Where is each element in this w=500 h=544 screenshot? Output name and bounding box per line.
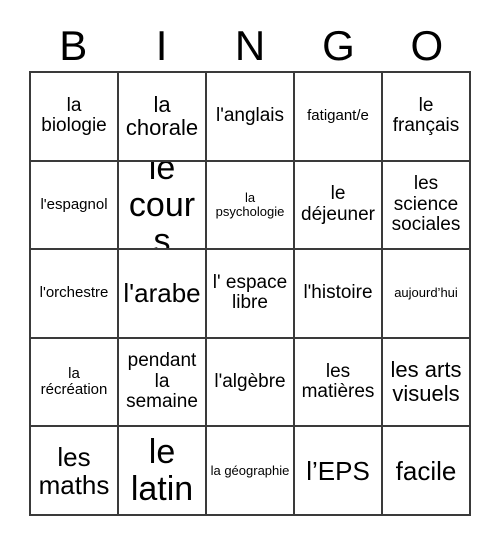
bingo-cell-label: la chorale — [125, 91, 199, 141]
bingo-cell-label: pendant la semaine — [126, 350, 198, 413]
bingo-cell[interactable]: les maths — [31, 427, 119, 516]
bingo-cell[interactable]: l'anglais — [207, 73, 295, 162]
bingo-cell-label: l'anglais — [215, 105, 285, 127]
bingo-card: B I N G O la biologie la chorale l'angla… — [0, 0, 500, 544]
bingo-cell-label: facile — [395, 455, 457, 486]
bingo-cell-label: aujourd’hui — [394, 285, 458, 301]
bingo-cell[interactable]: l’EPS — [295, 427, 383, 516]
bingo-cell[interactable]: l'orchestre — [31, 250, 119, 339]
bingo-cell-label: l'arabe — [123, 278, 201, 309]
bingo-cell-label: l'histoire — [303, 282, 373, 304]
bingo-cell[interactable]: aujourd’hui — [383, 250, 471, 339]
bingo-cell-label: l'espagnol — [40, 195, 108, 213]
bingo-cell-label: les science sociales — [391, 173, 461, 236]
bingo-cell[interactable]: les arts visuels — [383, 338, 471, 428]
bingo-grid: la biologie la chorale l'anglais fatigan… — [29, 71, 471, 516]
bingo-cell[interactable]: le cours — [119, 161, 207, 251]
bingo-cell-label: la récréation — [40, 364, 108, 399]
bingo-header-letter-n: N — [234, 22, 266, 69]
bingo-cell[interactable]: la récréation — [31, 338, 119, 428]
bingo-cell[interactable]: les science sociales — [383, 161, 471, 251]
bingo-cell-label: les matières — [301, 360, 375, 403]
bingo-cell[interactable]: la chorale — [119, 73, 207, 162]
bingo-cell[interactable]: pendant la semaine — [119, 338, 207, 428]
bingo-cell[interactable]: le français — [383, 73, 471, 162]
bingo-cell[interactable]: la géographie — [207, 427, 295, 516]
bingo-header-letter-b: B — [59, 22, 88, 69]
bingo-cell-free-space[interactable]: l' espace libre — [207, 250, 295, 339]
bingo-cell[interactable]: la psychologie — [207, 161, 295, 251]
bingo-cell[interactable]: la biologie — [31, 73, 119, 162]
bingo-cell-label: les arts visuels — [390, 357, 462, 407]
bingo-cell-label: le cours — [128, 161, 196, 251]
bingo-cell[interactable]: l'histoire — [295, 250, 383, 339]
bingo-cell-label: la psychologie — [215, 189, 285, 219]
bingo-cell-label: la géographie — [210, 462, 290, 478]
bingo-cell[interactable]: l'espagnol — [31, 161, 119, 251]
bingo-cell[interactable]: l'algèbre — [207, 338, 295, 428]
bingo-header-letter-o: O — [410, 22, 444, 69]
bingo-cell-label: le français — [392, 94, 460, 137]
bingo-cell-label: la biologie — [41, 94, 107, 137]
bingo-cell-label: l' espace libre — [212, 271, 288, 314]
bingo-cell-label: l’EPS — [306, 455, 370, 486]
bingo-cell-label: l'algèbre — [214, 370, 286, 392]
bingo-cell-label: fatigant/e — [307, 107, 369, 125]
bingo-cell-label: le déjeuner — [301, 183, 375, 225]
bingo-cell[interactable]: le latin — [119, 427, 207, 516]
bingo-cell[interactable]: l'arabe — [119, 250, 207, 339]
bingo-cell[interactable]: le déjeuner — [295, 161, 383, 251]
bingo-cell[interactable]: facile — [383, 427, 471, 516]
bingo-cell-label: l'orchestre — [39, 284, 109, 302]
bingo-header-letter-i: I — [155, 22, 168, 69]
bingo-cell-label: les maths — [38, 441, 110, 500]
bingo-header-letter-g: G — [322, 22, 355, 69]
bingo-cell[interactable]: fatigant/e — [295, 73, 383, 162]
bingo-cell-label: le latin — [130, 432, 194, 508]
bingo-cell[interactable]: les matières — [295, 338, 383, 428]
bingo-header-row: B I N G O — [29, 22, 471, 70]
